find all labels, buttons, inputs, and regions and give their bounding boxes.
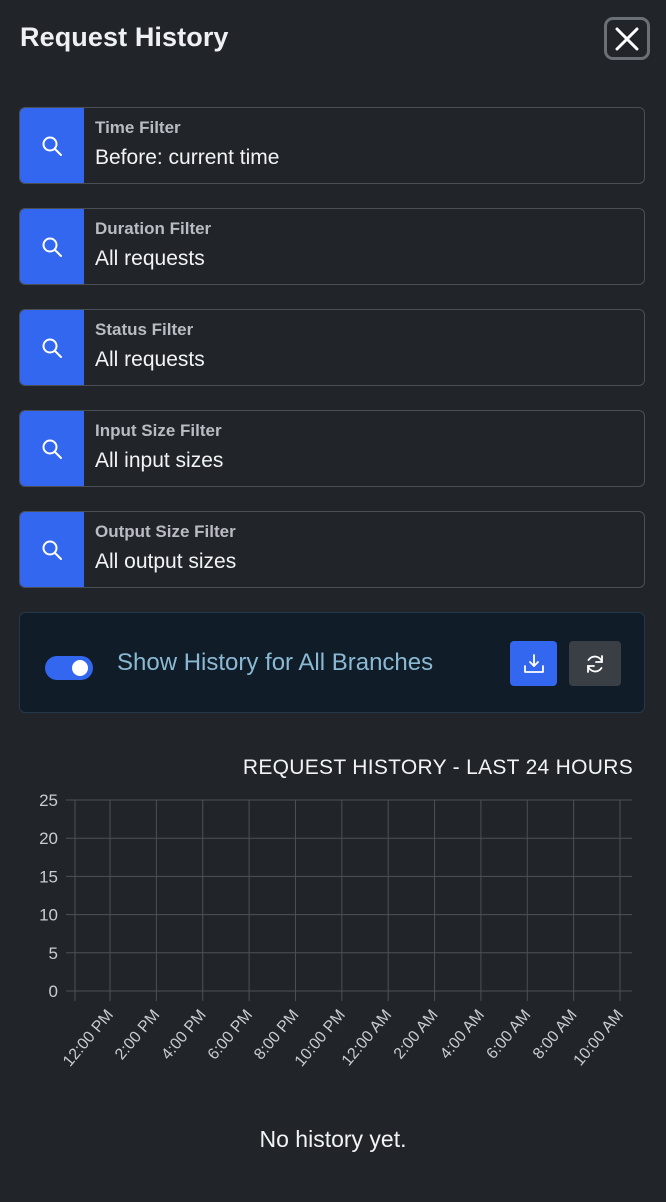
toggle-knob [72, 660, 88, 676]
filter-value[interactable]: All input sizes [95, 449, 223, 473]
time-filter-search-button[interactable] [20, 108, 84, 183]
filter-value[interactable]: All output sizes [95, 550, 236, 574]
filter-label: Input Size Filter [95, 421, 222, 440]
status-filter-search-button[interactable] [20, 310, 84, 385]
empty-state-message: No history yet. [259, 1126, 407, 1152]
download-icon [523, 653, 544, 673]
x-tick-label: 6:00 AM [484, 1007, 535, 1063]
x-tick-label: 4:00 AM [437, 1007, 488, 1063]
all-branches-toggle[interactable] [45, 656, 93, 680]
output-size-filter[interactable]: Output Size Filter All output sizes [19, 511, 645, 588]
y-tick-label: 10 [39, 906, 58, 925]
close-icon [615, 27, 639, 50]
input-size-filter[interactable]: Input Size Filter All input sizes [19, 410, 645, 487]
status-filter[interactable]: Status Filter All requests [19, 309, 645, 386]
output-size-filter-search-button[interactable] [20, 512, 84, 587]
all-branches-label[interactable]: Show History for All Branches [117, 649, 433, 677]
page-title: Request History [20, 22, 229, 52]
x-tick-label: 2:00 PM [112, 1007, 163, 1064]
filter-value[interactable]: All requests [95, 247, 211, 271]
filter-label: Duration Filter [95, 219, 212, 238]
chart-title: REQUEST HISTORY - LAST 24 HOURS [242, 756, 633, 779]
y-tick-label: 20 [39, 829, 58, 848]
filter-label: Time Filter [95, 118, 181, 137]
y-tick-label: 5 [49, 944, 58, 963]
filter-value[interactable]: Before: current time [95, 146, 279, 170]
x-tick-label: 2:00 AM [391, 1007, 442, 1063]
x-tick-label: 10:00 AM [571, 1007, 627, 1070]
y-tick-label: 0 [49, 982, 58, 1001]
search-icon [42, 338, 62, 358]
branch-panel: Show History for All Branches [19, 612, 645, 713]
header: Request History [20, 22, 666, 62]
search-icon [42, 136, 62, 156]
filter-label: Output Size Filter [95, 522, 236, 541]
refresh-button[interactable] [569, 641, 621, 686]
x-tick-label: 4:00 PM [158, 1007, 209, 1064]
request-history-chart: 051015202512:00 PM2:00 PM4:00 PM6:00 PM8… [39, 791, 632, 1070]
search-icon [42, 439, 62, 459]
y-tick-label: 25 [39, 791, 58, 810]
filter-value[interactable]: All requests [95, 348, 205, 372]
filter-label: Status Filter [95, 320, 194, 339]
x-tick-label: 6:00 PM [205, 1007, 256, 1064]
close-button[interactable] [604, 17, 650, 60]
input-size-filter-search-button[interactable] [20, 411, 84, 486]
time-filter[interactable]: Time Filter Before: current time [19, 107, 645, 184]
x-tick-label: 12:00 PM [60, 1007, 117, 1070]
y-tick-label: 15 [39, 867, 58, 886]
search-icon [42, 540, 62, 560]
refresh-icon [587, 654, 603, 673]
download-button[interactable] [510, 641, 557, 686]
x-tick-label: 12:00 AM [339, 1007, 395, 1070]
duration-filter[interactable]: Duration Filter All requests [19, 208, 645, 285]
search-icon [42, 237, 62, 257]
duration-filter-search-button[interactable] [20, 209, 84, 284]
